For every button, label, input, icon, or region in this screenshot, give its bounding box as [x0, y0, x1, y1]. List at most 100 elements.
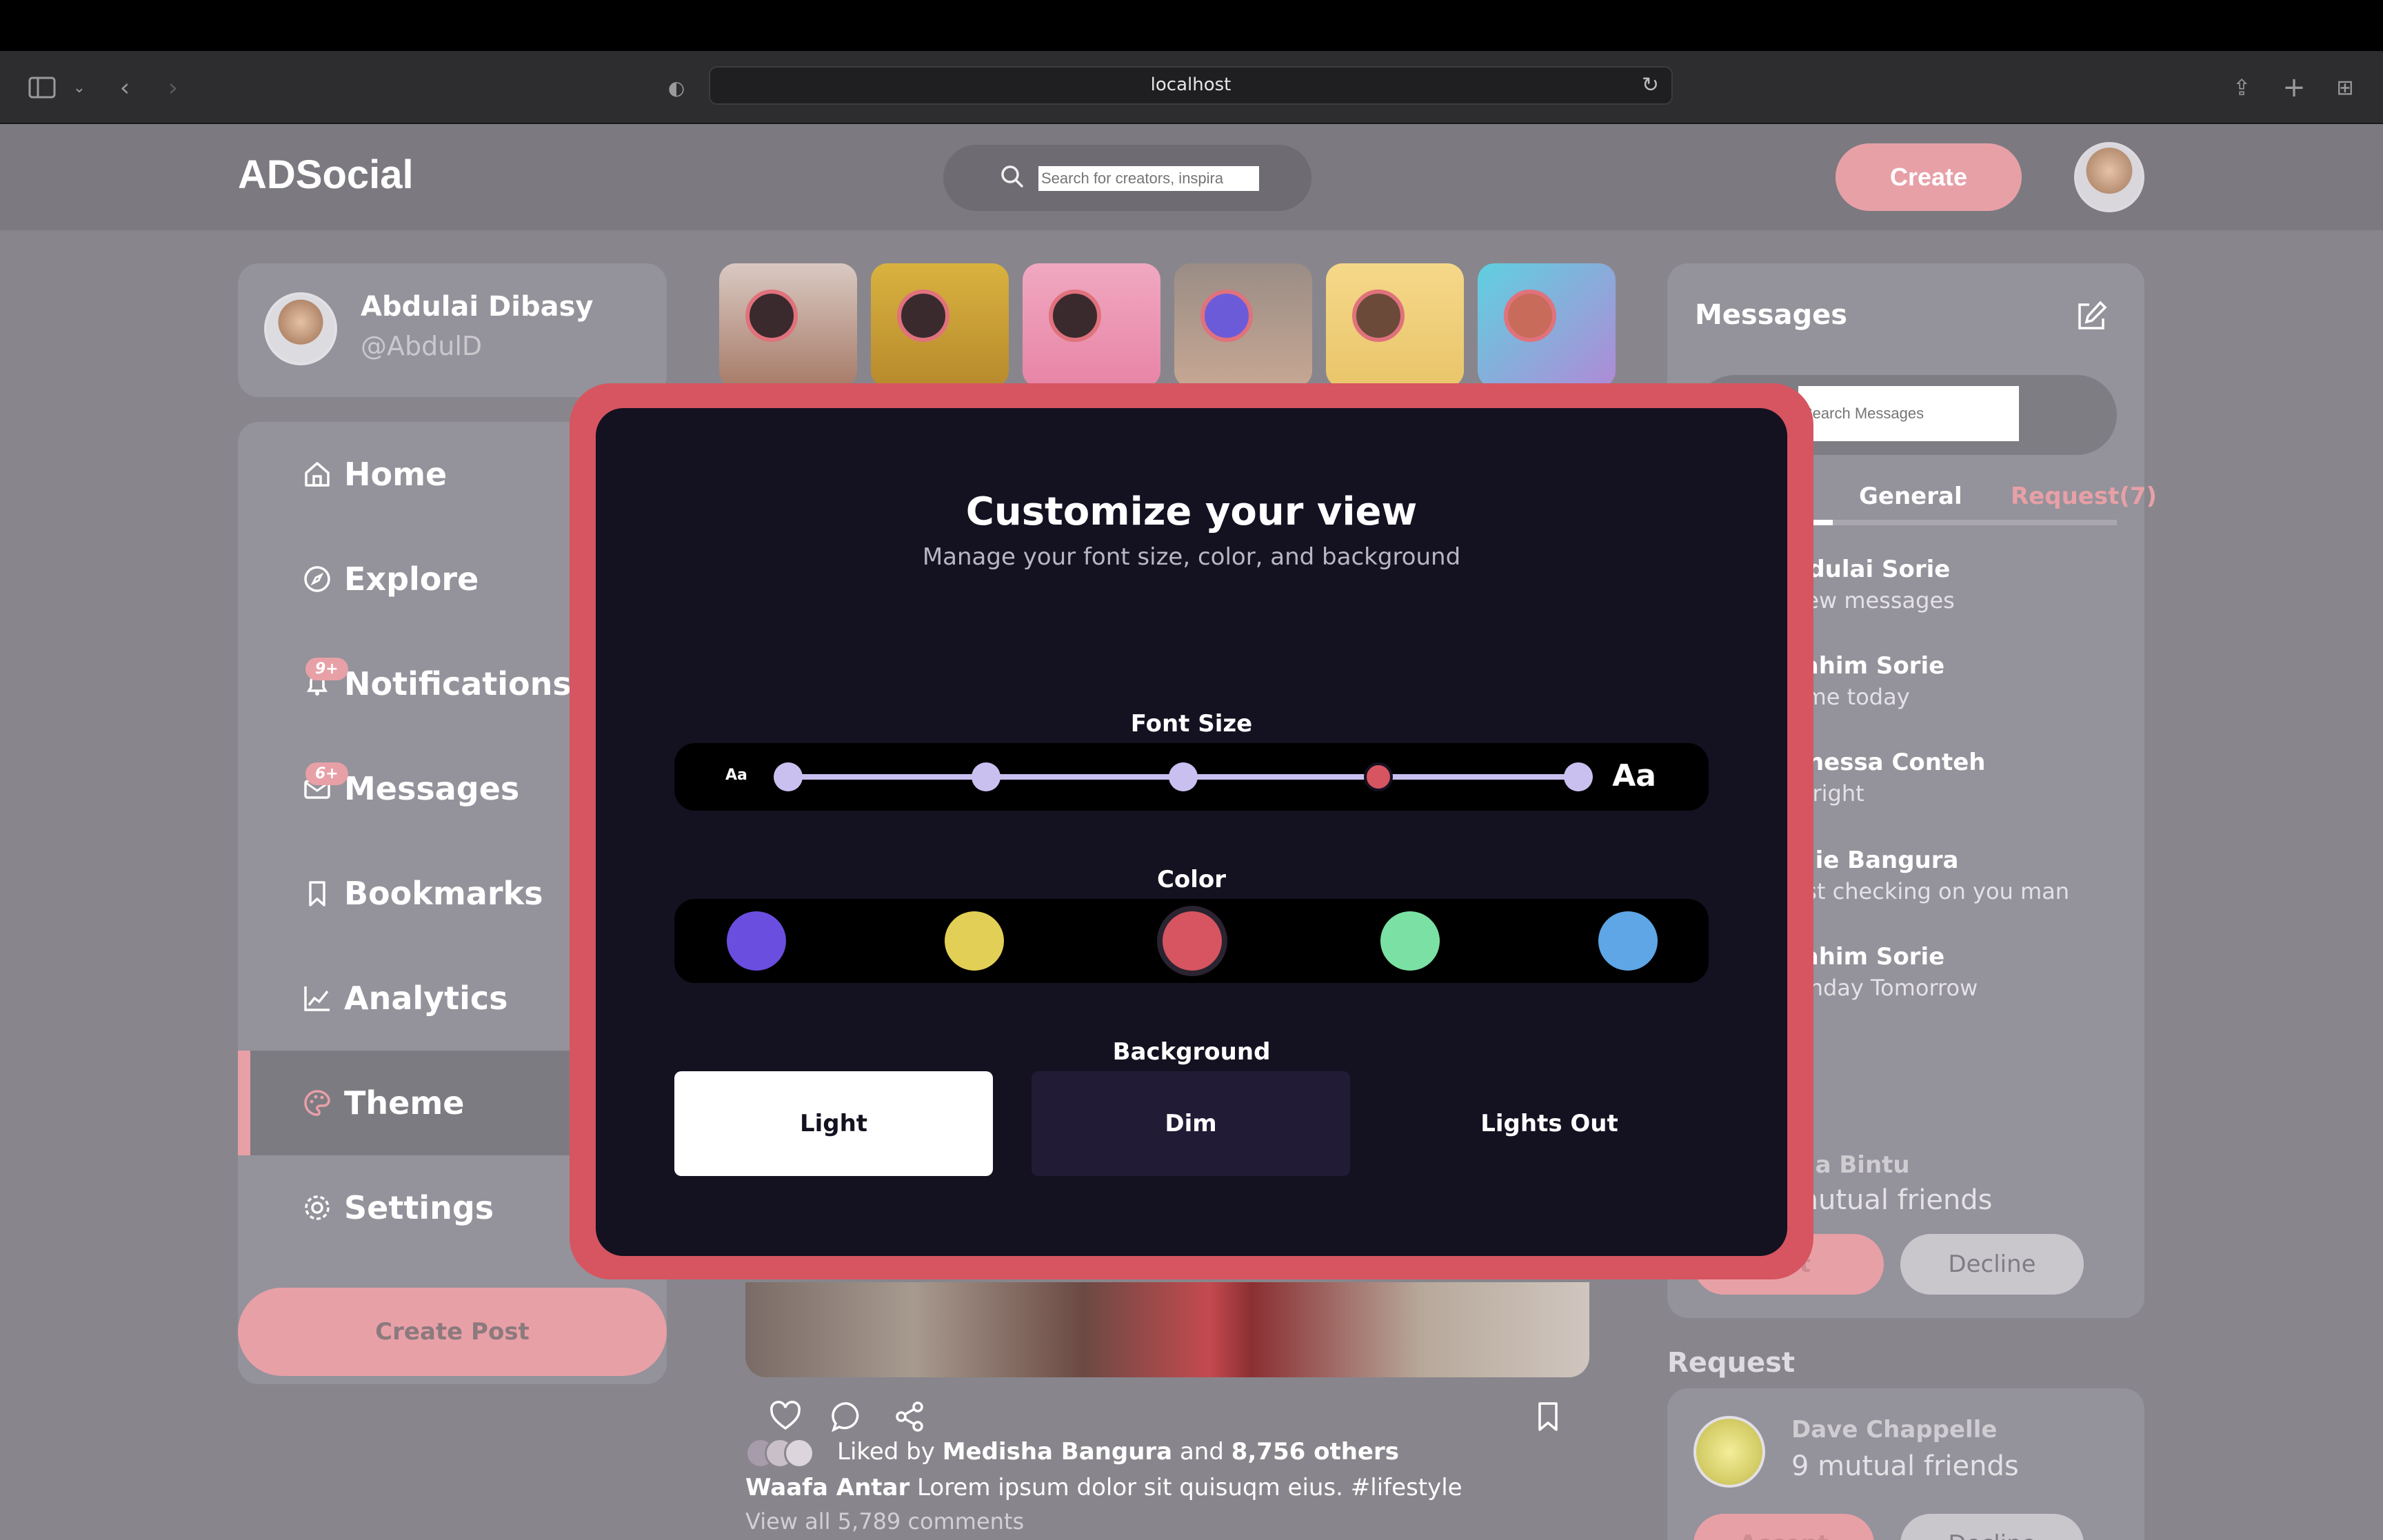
color-swatch-yellow[interactable] [945, 911, 1004, 971]
stories-row [719, 263, 1616, 387]
sidebar-item-label: Analytics [344, 980, 508, 1017]
bookmark-icon [300, 876, 334, 911]
message-sender: rahim Sorie [1791, 943, 1945, 971]
story-card[interactable] [1174, 263, 1312, 387]
tab-overview-icon[interactable]: ⊞ [2328, 70, 2362, 105]
gear-icon [300, 1191, 334, 1225]
reload-icon[interactable]: ↻ [1642, 73, 1659, 97]
message-sender: alie Bangura [1791, 847, 1959, 874]
font-size-step-4[interactable] [1364, 762, 1393, 791]
font-size-label: Font Size [1130, 710, 1253, 738]
background-option-lights-out[interactable]: Lights Out [1390, 1071, 1709, 1176]
post-image[interactable] [745, 1282, 1589, 1377]
post-caption: Waafa Antar Lorem ipsum dolor sit quisuq… [745, 1474, 1462, 1501]
profile-name: Abdulai Dibasy [361, 291, 594, 323]
story-card[interactable] [719, 263, 857, 387]
customize-theme-modal: Customize your view Manage your font siz… [596, 408, 1787, 1256]
address-bar[interactable]: localhost ↻ [709, 66, 1673, 105]
story-card[interactable] [1478, 263, 1616, 387]
sidebar-toggle-icon[interactable] [25, 70, 59, 105]
background-option-dim[interactable]: Dim [1032, 1071, 1350, 1176]
view-comments-link[interactable]: View all 5,789 comments [745, 1508, 1024, 1534]
font-size-step-5[interactable] [1564, 762, 1593, 791]
liked-prefix: Liked by [837, 1438, 935, 1466]
avatar [1049, 290, 1101, 342]
avatar [1200, 290, 1253, 342]
profile-card[interactable]: Abdulai Dibasy @AbdulD [238, 263, 667, 397]
caption-author[interactable]: Waafa Antar [745, 1474, 909, 1501]
list-item[interactable]: anessa Conteh u right [1791, 749, 1986, 807]
font-size-step-1[interactable] [774, 762, 803, 791]
friend-mutual: mutual friends [1791, 1184, 1993, 1216]
color-picker [674, 899, 1709, 983]
list-item[interactable]: rahim Sorie ame today [1791, 652, 1944, 710]
share-icon[interactable] [893, 1401, 926, 1435]
sidebar-item-label: Notifications [344, 665, 572, 702]
notification-count-badge: 9+ [305, 658, 348, 680]
app-logo[interactable]: ADSocial [238, 152, 414, 198]
font-size-step-2[interactable] [972, 762, 1001, 791]
avatar [264, 292, 337, 365]
color-swatch-blue[interactable] [1598, 911, 1658, 971]
story-card[interactable] [871, 263, 1009, 387]
list-item[interactable]: rahim Sorie rthday Tomorrow [1791, 943, 1978, 1001]
font-size-slider[interactable]: Aa Aa [674, 743, 1709, 811]
accept-button[interactable]: Accept [1693, 1514, 1874, 1540]
background-option-light[interactable]: Light [674, 1071, 993, 1176]
avatar[interactable] [2074, 142, 2144, 212]
create-button[interactable]: Create [1836, 143, 2022, 211]
tab-requests[interactable]: Request(7) [2011, 483, 2157, 510]
friend-mutual: 9 mutual friends [1791, 1450, 2019, 1482]
share-icon[interactable]: ⇪ [2224, 70, 2259, 105]
list-item[interactable]: alie Bangura ust checking on you man [1791, 847, 2069, 904]
avatar [784, 1438, 814, 1468]
liked-avatars [745, 1438, 821, 1468]
edit-icon[interactable] [2074, 299, 2109, 336]
message-preview: rthday Tomorrow [1791, 975, 1978, 1001]
bookmark-icon[interactable] [1534, 1401, 1562, 1435]
liked-by-name[interactable]: Medisha Bangura [943, 1438, 1172, 1466]
avatar [1504, 290, 1556, 342]
profile-handle: @AbdulD [361, 331, 483, 361]
url-text: localhost [1150, 74, 1231, 95]
sidebar-item-label: Explore [344, 560, 479, 598]
forward-icon[interactable]: › [156, 70, 190, 105]
color-swatch-green[interactable] [1380, 911, 1440, 971]
likes-summary: Liked by Medisha Bangura and 8,756 other… [837, 1438, 1399, 1466]
decline-button[interactable]: Decline [1900, 1234, 2084, 1295]
message-count-badge: 6+ [305, 762, 348, 785]
story-card[interactable] [1326, 263, 1464, 387]
messages-search-input[interactable] [1798, 386, 2019, 441]
request-heading: Request [1667, 1347, 1796, 1379]
avatar [1693, 1416, 1765, 1488]
modal-subtitle: Manage your font size, color, and backgr… [922, 543, 1461, 571]
new-tab-icon[interactable]: + [2277, 70, 2311, 105]
avatar [897, 290, 949, 342]
tab-general[interactable]: General [1859, 483, 1962, 510]
back-icon[interactable]: ‹ [108, 70, 142, 105]
message-sender: bdulai Sorie [1791, 556, 1951, 583]
message-preview: ust checking on you man [1791, 878, 2070, 904]
story-card[interactable] [1023, 263, 1160, 387]
liked-others[interactable]: 8,756 others [1231, 1438, 1399, 1466]
list-item[interactable]: bdulai Sorie new messages [1791, 556, 1955, 614]
color-swatch-purple[interactable] [727, 911, 786, 971]
font-size-step-3[interactable] [1169, 762, 1198, 791]
comment-icon[interactable] [831, 1401, 864, 1435]
privacy-shield-icon[interactable]: ◐ [659, 70, 694, 105]
chevron-down-icon[interactable]: ⌄ [62, 70, 97, 105]
color-swatch-red[interactable] [1163, 911, 1222, 971]
palette-icon [300, 1086, 334, 1120]
global-search[interactable] [943, 145, 1311, 211]
liked-and: and [1179, 1438, 1224, 1466]
decline-button[interactable]: Decline [1900, 1514, 2084, 1540]
avatar [745, 290, 798, 342]
os-menu-bar [0, 0, 2383, 51]
search-input[interactable] [1038, 166, 1259, 191]
compass-icon [300, 562, 334, 596]
heart-icon[interactable] [769, 1401, 802, 1434]
create-post-button[interactable]: Create Post [238, 1288, 667, 1376]
chart-icon [300, 981, 334, 1015]
message-preview: u right [1791, 780, 1864, 807]
color-label: Color [1156, 866, 1227, 893]
